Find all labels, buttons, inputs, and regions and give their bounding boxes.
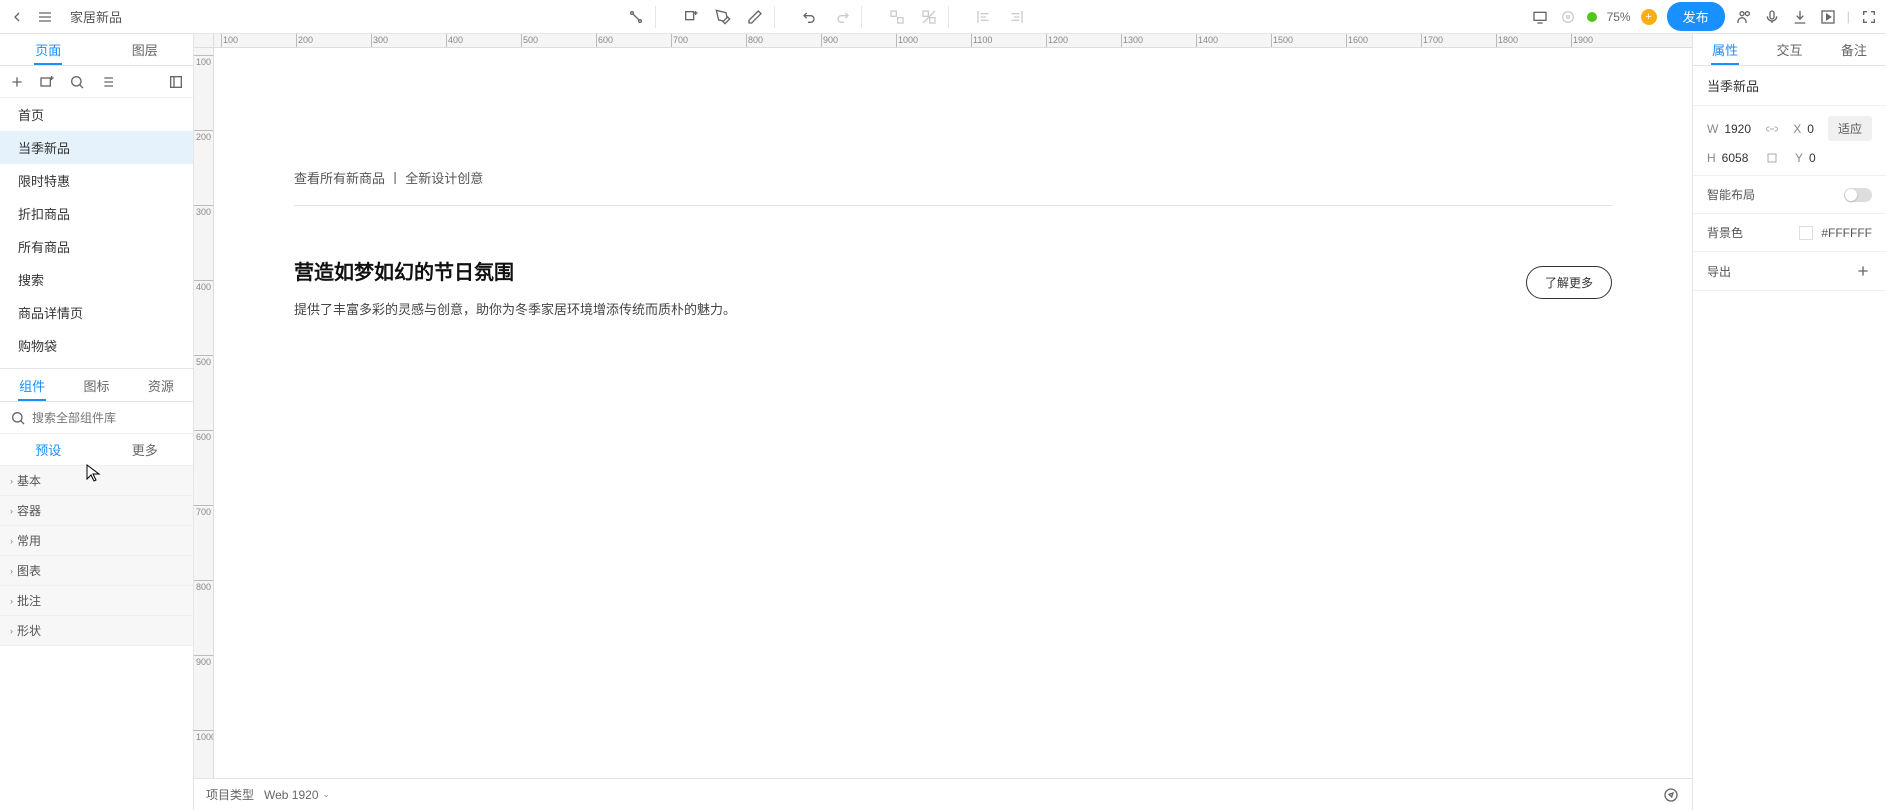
y-label: Y — [1795, 151, 1803, 165]
tab-interaction[interactable]: 交互 — [1757, 34, 1821, 65]
download-icon[interactable] — [1791, 8, 1809, 26]
x-label: X — [1793, 122, 1801, 136]
bg-color-value[interactable]: #FFFFFF — [1821, 226, 1872, 240]
search-icon — [10, 409, 26, 427]
height-label: H — [1707, 151, 1716, 165]
ungroup-icon[interactable] — [920, 8, 938, 26]
status-dot — [1587, 12, 1597, 22]
top-toolbar: 家居新品 75% + 发布 | — [0, 0, 1886, 34]
menu-icon[interactable] — [36, 8, 54, 26]
tab-components[interactable]: 组件 — [0, 369, 64, 401]
tab-pages[interactable]: 页面 — [0, 34, 97, 65]
tab-icons[interactable]: 图标 — [64, 369, 128, 401]
share-users-icon[interactable] — [1735, 8, 1753, 26]
y-value[interactable]: 0 — [1809, 151, 1816, 165]
document-title: 家居新品 — [70, 7, 122, 26]
connector-icon[interactable] — [627, 8, 645, 26]
export-label: 导出 — [1707, 263, 1731, 280]
page-item[interactable]: 折扣商品 — [0, 197, 193, 230]
undo-icon[interactable] — [801, 8, 819, 26]
category-shape[interactable]: ›形状 — [0, 616, 193, 646]
page-item[interactable]: 限时特惠 — [0, 164, 193, 197]
page-list: 首页 当季新品 限时特惠 折扣商品 所有商品 搜索 商品详情页 购物袋 结算 会… — [0, 98, 193, 368]
status-bar: 项目类型 Web 1920 ⌄ — [194, 778, 1692, 810]
pencil-icon[interactable] — [746, 8, 764, 26]
artboard-subtitle: 查看所有新商品 丨 全新设计创意 — [294, 168, 1612, 187]
component-search-input[interactable] — [32, 411, 187, 425]
width-label: W — [1707, 122, 1718, 136]
x-value[interactable]: 0 — [1807, 122, 1814, 136]
width-value[interactable]: 1920 — [1724, 122, 1751, 136]
align-right-icon[interactable] — [1007, 8, 1025, 26]
mic-icon[interactable] — [1763, 8, 1781, 26]
divider — [294, 205, 1612, 206]
subtab-more[interactable]: 更多 — [97, 434, 194, 465]
compass-icon[interactable] — [1662, 786, 1680, 804]
left-panel: 页面 图层 首页 当季新品 限时特惠 折扣商品 所有商品 搜索 商品详情页 购物… — [0, 34, 194, 810]
tab-properties[interactable]: 属性 — [1693, 34, 1757, 65]
group-icon[interactable] — [888, 8, 906, 26]
project-type-selector[interactable]: Web 1920 ⌄ — [264, 788, 330, 802]
category-common[interactable]: ›常用 — [0, 526, 193, 556]
target-icon[interactable] — [1559, 8, 1577, 26]
fullscreen-icon[interactable] — [1860, 8, 1878, 26]
zoom-plus-icon[interactable]: + — [1641, 9, 1657, 25]
canvas-area: 0100200300400500600700800900100011001200… — [194, 34, 1692, 810]
zoom-level[interactable]: 75% — [1607, 10, 1631, 24]
chevron-down-icon: ⌄ — [323, 789, 331, 800]
page-item[interactable]: 购物袋 — [0, 329, 193, 362]
artboard[interactable]: 查看所有新商品 丨 全新设计创意 营造如梦如幻的节日氛围 提供了丰富多彩的灵感与… — [214, 48, 1692, 378]
page-item[interactable]: 搜索 — [0, 263, 193, 296]
pen-icon[interactable] — [714, 8, 732, 26]
redo-icon[interactable] — [833, 8, 851, 26]
fit-button[interactable]: 适应 — [1828, 116, 1872, 141]
ruler-horizontal[interactable]: 0100200300400500600700800900100011001200… — [214, 34, 1692, 48]
canvas-viewport[interactable]: 查看所有新商品 丨 全新设计创意 营造如梦如幻的节日氛围 提供了丰富多彩的灵感与… — [214, 48, 1692, 778]
category-container[interactable]: ›容器 — [0, 496, 193, 526]
height-value[interactable]: 6058 — [1722, 151, 1749, 165]
artboard-description: 提供了丰富多彩的灵感与创意，助你为冬季家居环境增添传统而质朴的魅力。 — [294, 299, 736, 318]
smart-layout-toggle[interactable] — [1844, 188, 1872, 202]
new-folder-icon[interactable] — [38, 73, 56, 91]
add-page-icon[interactable] — [8, 73, 26, 91]
page-item[interactable]: 所有商品 — [0, 230, 193, 263]
device-icon[interactable] — [1531, 8, 1549, 26]
align-left-icon[interactable] — [975, 8, 993, 26]
constrain-icon[interactable] — [1765, 151, 1779, 165]
ruler-vertical[interactable]: 1002003004005006007008009001000 — [194, 48, 214, 778]
project-type-label: 项目类型 — [206, 786, 254, 803]
search-page-icon[interactable] — [68, 73, 86, 91]
play-icon[interactable] — [1819, 8, 1837, 26]
page-item[interactable]: 首页 — [0, 98, 193, 131]
ruler-corner — [194, 34, 214, 48]
tab-layers[interactable]: 图层 — [97, 34, 194, 65]
learn-more-button[interactable]: 了解更多 — [1526, 266, 1612, 299]
tab-notes[interactable]: 备注 — [1822, 34, 1886, 65]
category-annotation[interactable]: ›批注 — [0, 586, 193, 616]
export-add-icon[interactable] — [1854, 262, 1872, 280]
artboard-add-icon[interactable] — [682, 8, 700, 26]
subtab-preset[interactable]: 预设 — [0, 434, 97, 465]
publish-button[interactable]: 发布 — [1667, 2, 1725, 31]
smart-layout-label: 智能布局 — [1707, 186, 1755, 203]
artboard-heading: 营造如梦如幻的节日氛围 — [294, 256, 736, 285]
bg-color-label: 背景色 — [1707, 224, 1743, 241]
collapse-icon[interactable] — [167, 73, 185, 91]
right-panel: 属性 交互 备注 当季新品 W 1920 X 0 适应 H — [1692, 34, 1886, 810]
category-chart[interactable]: ›图表 — [0, 556, 193, 586]
bg-color-swatch[interactable] — [1799, 226, 1813, 240]
tab-resources[interactable]: 资源 — [129, 369, 193, 401]
list-icon[interactable] — [98, 73, 116, 91]
back-icon[interactable] — [8, 8, 26, 26]
category-basic[interactable]: ›基本 — [0, 466, 193, 496]
page-item[interactable]: 当季新品 — [0, 131, 193, 164]
link-dims-icon[interactable] — [1765, 122, 1779, 136]
page-item[interactable]: 商品详情页 — [0, 296, 193, 329]
selection-name: 当季新品 — [1707, 76, 1872, 95]
